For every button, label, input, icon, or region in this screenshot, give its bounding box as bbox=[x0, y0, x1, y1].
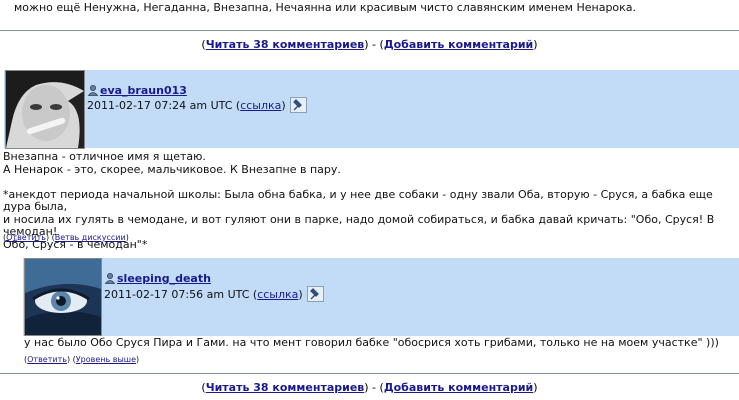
pin-icon[interactable] bbox=[306, 286, 324, 302]
username-link[interactable]: sleeping_death bbox=[117, 272, 211, 285]
divider bbox=[0, 30, 739, 31]
comment-meta: 2011-02-17 07:56 am UTC (ссылка) bbox=[104, 286, 324, 303]
comment-meta: 2011-02-17 07:24 am UTC (ссылка) bbox=[87, 97, 307, 114]
user-icon bbox=[104, 273, 116, 284]
comment-author: eva_braun013 bbox=[87, 84, 187, 97]
comment-timestamp: 2011-02-17 07:56 am UTC bbox=[104, 288, 250, 301]
add-comment-link[interactable]: Добавить комментарий bbox=[384, 38, 533, 51]
avatar-image bbox=[6, 71, 84, 148]
username-link[interactable]: eva_braun013 bbox=[100, 84, 187, 97]
divider bbox=[0, 373, 739, 374]
user-avatar[interactable] bbox=[24, 258, 102, 336]
comment-actions: (Ответить) (Уровень выше) bbox=[24, 355, 140, 364]
comments-nav-bottom: (Читать 38 комментариев) - (Добавить ком… bbox=[201, 381, 538, 394]
pin-icon[interactable] bbox=[289, 97, 307, 113]
comment-timestamp: 2011-02-17 07:24 am UTC bbox=[87, 99, 233, 112]
comments-nav-top: (Читать 38 комментариев) - (Добавить ком… bbox=[201, 38, 538, 51]
read-comments-link[interactable]: Читать 38 комментариев bbox=[206, 381, 365, 394]
thread-link[interactable]: Ветвь дискуссии bbox=[55, 233, 126, 242]
avatar-image bbox=[25, 259, 101, 335]
comment-author: sleeping_death bbox=[104, 272, 211, 285]
add-comment-link[interactable]: Добавить комментарий bbox=[384, 381, 533, 394]
read-comments-link[interactable]: Читать 38 комментариев bbox=[206, 38, 365, 51]
comment-permalink[interactable]: ссылка bbox=[240, 99, 281, 112]
reply-link[interactable]: Ответить bbox=[6, 233, 46, 242]
reply-link[interactable]: Ответить bbox=[27, 355, 67, 364]
comment-actions: (Ответить) (Ветвь дискуссии) bbox=[3, 233, 129, 242]
previous-entry-text: можно ещё Ненужна, Негаданна, Внезапна, … bbox=[14, 1, 637, 14]
user-avatar[interactable] bbox=[5, 70, 85, 149]
user-icon bbox=[87, 85, 99, 96]
parent-level-link[interactable]: Уровень выше bbox=[76, 355, 136, 364]
comment-body: у нас было Обо Сруся Пира и Гами. на что… bbox=[24, 336, 719, 349]
comment-permalink[interactable]: ссылка bbox=[257, 288, 298, 301]
